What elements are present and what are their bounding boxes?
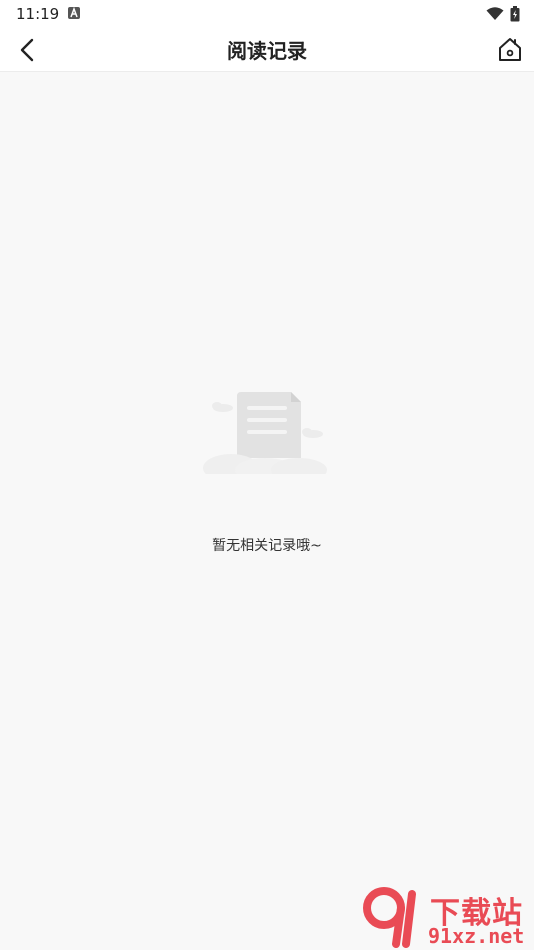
status-icons bbox=[486, 6, 520, 22]
empty-document-icon bbox=[201, 392, 331, 488]
app-header: 阅读记录 bbox=[0, 28, 534, 72]
status-bar: 11:19 bbox=[0, 0, 534, 28]
notification-a-icon bbox=[68, 7, 80, 19]
site-watermark: 下载站 91xz.net bbox=[360, 886, 532, 948]
watermark-bottom-text: 91xz.net bbox=[428, 924, 525, 948]
watermark-logo-icon bbox=[363, 887, 416, 948]
battery-icon bbox=[510, 6, 520, 22]
page-title: 阅读记录 bbox=[227, 39, 307, 63]
home-icon[interactable] bbox=[496, 35, 524, 63]
empty-state-message: 暂无相关记录哦~ bbox=[212, 538, 322, 554]
wifi-icon bbox=[486, 7, 504, 20]
status-time: 11:19 bbox=[16, 5, 60, 23]
